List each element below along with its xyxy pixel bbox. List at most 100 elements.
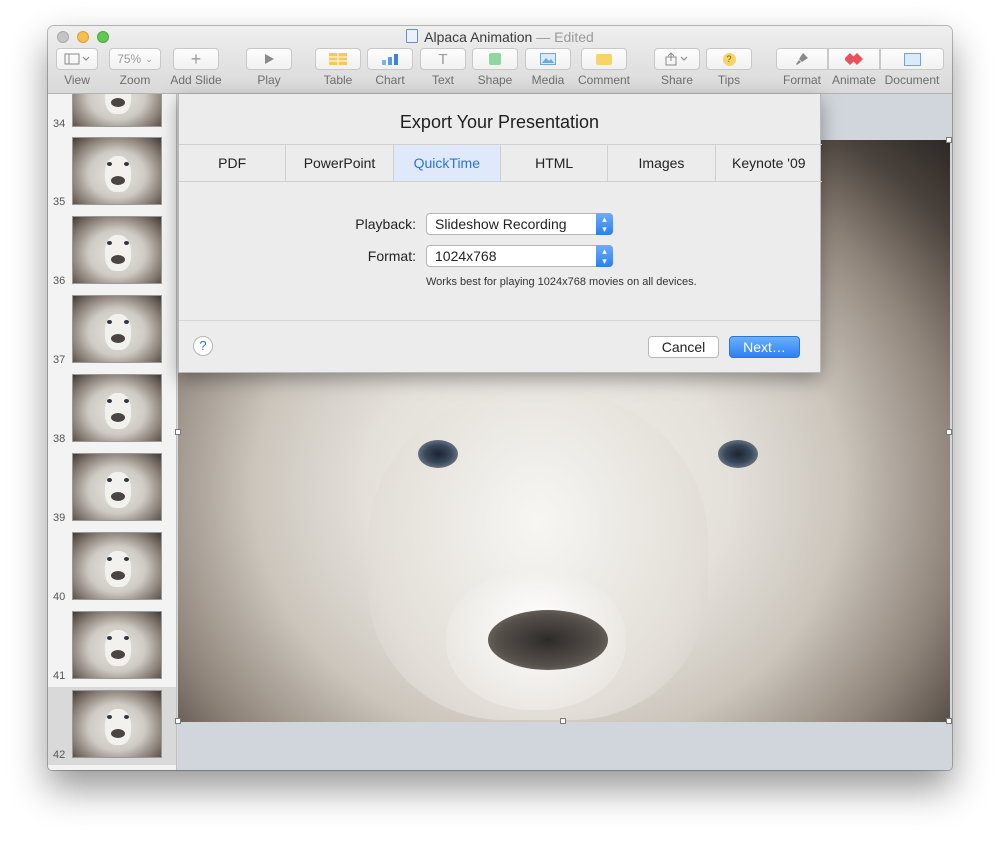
chart-tool[interactable]: Chart [367, 48, 413, 87]
slide-thumbnail[interactable] [72, 690, 162, 758]
cancel-button[interactable]: Cancel [648, 336, 719, 358]
format-tool[interactable]: Format [776, 48, 828, 87]
table-tool[interactable]: Table [315, 48, 361, 87]
shape-tool[interactable]: Shape [472, 48, 518, 87]
tips-button[interactable]: ? [706, 48, 752, 70]
comment-button[interactable] [581, 48, 627, 70]
comment-tool[interactable]: Comment [576, 48, 632, 87]
document-name: Alpaca Animation [424, 29, 533, 45]
add-slide-label: Add Slide [170, 73, 222, 87]
format-button[interactable] [776, 48, 828, 70]
view-icon [64, 53, 90, 65]
play-icon [265, 54, 274, 64]
shape-label: Shape [477, 73, 513, 87]
next-button[interactable]: Next… [729, 336, 800, 358]
document-button[interactable] [880, 48, 944, 70]
table-label: Table [323, 73, 353, 87]
resize-handle[interactable] [175, 718, 181, 724]
help-button[interactable]: ? [193, 336, 213, 356]
slide-thumbnail[interactable] [72, 94, 162, 127]
tab-pdf[interactable]: PDF [179, 145, 287, 181]
document-tool[interactable]: Document [880, 48, 944, 87]
keynote-document-icon [406, 29, 419, 43]
window-title: Alpaca Animation — Edited [48, 28, 952, 46]
slide-thumbnail-row[interactable]: 36 [48, 213, 176, 291]
slide-number: 40 [53, 591, 66, 603]
slide-thumbnail-row[interactable]: 40 [48, 529, 176, 607]
tab-keynote-09[interactable]: Keynote '09 [716, 145, 822, 181]
view-menu-button[interactable] [56, 48, 98, 70]
format-label-text: Format: [367, 248, 416, 264]
media-tool[interactable]: Media [525, 48, 571, 87]
document-icon [903, 52, 921, 66]
playback-select[interactable]: Slideshow Recording ▴ ▾ [426, 213, 613, 235]
play-tool[interactable]: Play [246, 48, 292, 87]
slide-thumbnail[interactable] [72, 453, 162, 521]
view-tool[interactable]: View [54, 48, 100, 87]
slide-thumbnail-row[interactable]: 37 [48, 292, 176, 370]
play-label: Play [257, 73, 281, 87]
resize-handle[interactable] [946, 718, 952, 724]
media-button[interactable] [525, 48, 571, 70]
tab-images[interactable]: Images [608, 145, 716, 181]
shape-icon [489, 53, 501, 65]
slide-number: 42 [53, 749, 66, 761]
slide-thumbnail[interactable] [72, 216, 162, 284]
tips-tool[interactable]: ? Tips [706, 48, 752, 87]
slide-thumbnail[interactable] [72, 374, 162, 442]
comment-label: Comment [577, 73, 630, 87]
slide-thumbnail-row[interactable]: 38 [48, 371, 176, 449]
resize-handle[interactable] [560, 718, 566, 724]
slide-thumbnail-row[interactable]: 34 [48, 94, 176, 134]
title-toolbar: Alpaca Animation — Edited View 75% ⌄ Zoo… [48, 26, 952, 94]
slide-thumbnail[interactable] [72, 611, 162, 679]
tab-html[interactable]: HTML [501, 145, 609, 181]
add-slide-tool[interactable]: + Add Slide [168, 48, 224, 87]
slide-thumbnail-row[interactable]: 35 [48, 134, 176, 212]
text-icon: T [438, 50, 448, 68]
export-format-tabs: PDF PowerPoint QuickTime HTML Images Key… [179, 144, 822, 182]
play-button[interactable] [246, 48, 292, 70]
edited-indicator: — Edited [536, 29, 594, 45]
slide-number: 39 [53, 512, 66, 524]
text-button[interactable]: T [420, 48, 466, 70]
slide-thumbnail[interactable] [72, 532, 162, 600]
zoom-select[interactable]: 75% ⌄ [109, 48, 161, 70]
share-tool[interactable]: Share [654, 48, 700, 87]
share-icon [665, 52, 688, 66]
chevron-down-icon: ⌄ [145, 53, 153, 64]
animate-icon [845, 53, 863, 65]
updown-arrows-icon: ▴ ▾ [596, 213, 613, 235]
slide-thumbnail-row[interactable]: 41 [48, 608, 176, 686]
slide-thumbnail[interactable] [72, 295, 162, 363]
slide-number: 41 [53, 670, 66, 682]
slide-number: 34 [53, 118, 66, 130]
tab-quicktime[interactable]: QuickTime [393, 145, 501, 181]
resize-handle[interactable] [946, 429, 952, 435]
export-sheet: Export Your Presentation PDF PowerPoint … [178, 94, 822, 373]
animate-tool[interactable]: Animate [828, 48, 880, 87]
export-title: Export Your Presentation [399, 112, 600, 132]
animate-button[interactable] [828, 48, 880, 70]
add-slide-button[interactable]: + [173, 48, 219, 70]
table-button[interactable] [315, 48, 361, 70]
format-select[interactable]: 1024x768 ▴ ▾ [426, 245, 613, 267]
tab-powerpoint[interactable]: PowerPoint [286, 145, 394, 181]
slide-thumbnail-row-selected[interactable]: 42 [48, 687, 176, 765]
slide-number: 36 [53, 275, 66, 287]
resize-handle[interactable] [175, 429, 181, 435]
slide-navigator[interactable]: 34 35 36 37 38 39 40 41 42 [48, 94, 177, 770]
slide-thumbnail-row[interactable]: 39 [48, 450, 176, 528]
shape-button[interactable] [472, 48, 518, 70]
slide-number: 38 [53, 433, 66, 445]
resize-handle[interactable] [946, 137, 952, 143]
text-tool[interactable]: T Text [420, 48, 466, 87]
tips-label: Tips [717, 73, 741, 87]
slide-thumbnail[interactable] [72, 137, 162, 205]
format-label: Format [782, 73, 821, 87]
zoom-value: 75% [117, 52, 142, 66]
updown-arrows-icon: ▴ ▾ [596, 245, 613, 267]
share-button[interactable] [654, 48, 700, 70]
chart-button[interactable] [367, 48, 413, 70]
zoom-tool[interactable]: 75% ⌄ Zoom [108, 48, 162, 87]
